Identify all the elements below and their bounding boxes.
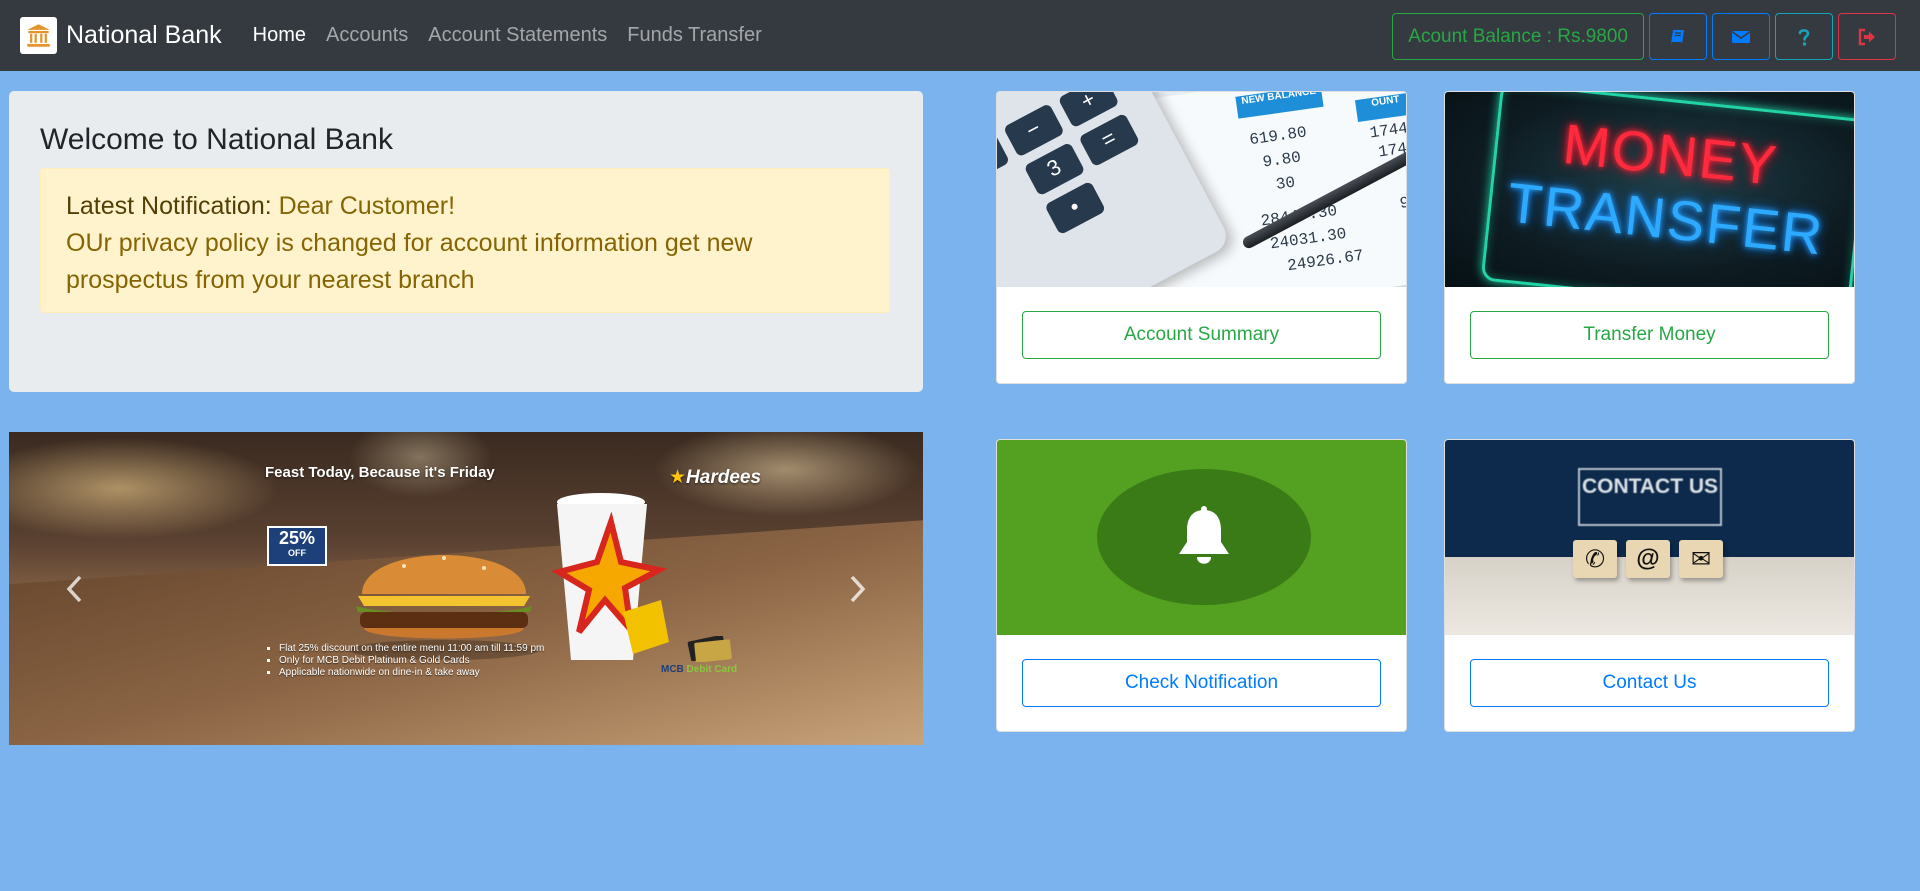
navbar: National Bank Home Accounts Account Stat… [0,0,1920,71]
debit-card-text: Debit Card [683,664,738,675]
transfer-money-button[interactable]: Transfer Money [1470,311,1829,359]
transfer-money-card: MONEY TRANSFER Transfer Money [1444,91,1855,384]
envelope-icon [1732,30,1750,43]
discount-badge: 25% OFF [267,526,327,566]
account-summary-button[interactable]: Account Summary [1022,311,1381,359]
calculator-key: x [997,132,1011,187]
mail-icon: ✉ [1679,540,1723,578]
book-icon [1671,29,1684,44]
debit-card-tag: MCB Debit Card [661,664,737,675]
promo-term: Flat 25% discount on the entire menu 11:… [279,643,544,655]
ledger-number: 17447 [1368,117,1407,143]
account-summary-card: NEW BALANCE OUNT 619.80 9.80 30 28447.30… [996,91,1407,384]
brand-name: National Bank [66,21,222,49]
ledger-number: 9.80 [1261,148,1303,172]
carousel-next-button[interactable] [793,432,923,745]
promo-term: Only for MCB Debit Platinum & Gold Cards [279,655,544,667]
debit-card-image [687,636,732,662]
chevron-right-icon [850,575,866,602]
contact-sign: CONTACT US [1578,468,1722,526]
navbar-actions: Acount Balance : Rs.9800 [1392,13,1896,60]
promo-brand-name: Hardees [686,467,762,488]
ledger-header: OUNT [1354,92,1406,123]
promo-headline: Feast Today, Because it's Friday [265,464,495,481]
nav-link-account-statements[interactable]: Account Statements [418,24,617,47]
phone-icon: ✆ [1573,540,1617,578]
sign-out-icon [1858,28,1875,45]
notification-greeting: Dear Customer! [271,192,456,220]
statements-button[interactable] [1649,13,1707,60]
nav-link-funds-transfer[interactable]: Funds Transfer [617,24,772,47]
notification-alert: Latest Notification: Dear Customer! OUr … [40,168,890,313]
discount-badge-sub: OFF [288,548,306,558]
account-balance-badge: Acount Balance : Rs.9800 [1392,13,1644,60]
check-notification-card: Check Notification [996,439,1407,732]
calculator-key: • [1044,180,1107,236]
chevron-left-icon [66,575,82,602]
promo-term: Applicable nationwide on dine-in & take … [279,667,544,679]
bank-logo-icon [20,17,57,54]
welcome-title: Welcome to National Bank [40,123,393,156]
check-notification-button[interactable]: Check Notification [1022,659,1381,707]
at-icon: @ [1626,540,1670,578]
messages-button[interactable] [1712,13,1770,60]
notification-body: OUr privacy policy is changed for accoun… [66,229,753,294]
promo-brand: ★Hardees [669,466,761,489]
calculator-image: NEW BALANCE OUNT 619.80 9.80 30 28447.30… [997,92,1407,287]
contact-image: CONTACT US ✆ @ ✉ [1445,440,1854,635]
ledger-number: 30 [1274,173,1297,194]
nav-link-home[interactable]: Home [243,24,316,47]
promo-terms: Flat 25% discount on the entire menu 11:… [267,643,544,679]
ledger-number: 619.80 [1248,123,1308,150]
ledger-number: 24926.67 [1286,246,1365,276]
carousel-prev-button[interactable] [9,432,139,745]
help-button[interactable] [1775,13,1833,60]
logout-button[interactable] [1838,13,1896,60]
ledger-header: NEW BALANCE [1235,92,1324,119]
notification-oval [1097,469,1311,605]
bell-icon [1179,506,1229,564]
nav-links: Home Accounts Account Statements Funds T… [243,24,772,47]
contact-us-button[interactable]: Contact Us [1470,659,1829,707]
brand-link[interactable]: National Bank [20,17,222,54]
debit-card-bank: MCB [661,664,684,675]
discount-badge-main: 25% [278,528,316,548]
drink-cup-image [551,493,669,660]
money-transfer-image: MONEY TRANSFER [1445,92,1854,287]
nav-link-accounts[interactable]: Accounts [316,24,418,47]
notification-label: Latest Notification: [66,192,272,220]
promo-carousel: Feast Today, Because it's Friday ★Hardee… [9,432,923,745]
contact-us-card: CONTACT US ✆ @ ✉ Contact Us [1444,439,1855,732]
ledger-number: 97.28 [1398,188,1407,213]
welcome-panel: Welcome to National Bank Latest Notifica… [9,91,923,392]
notification-image [997,440,1406,635]
question-icon [1798,28,1810,46]
star-icon: ★ [669,467,687,488]
